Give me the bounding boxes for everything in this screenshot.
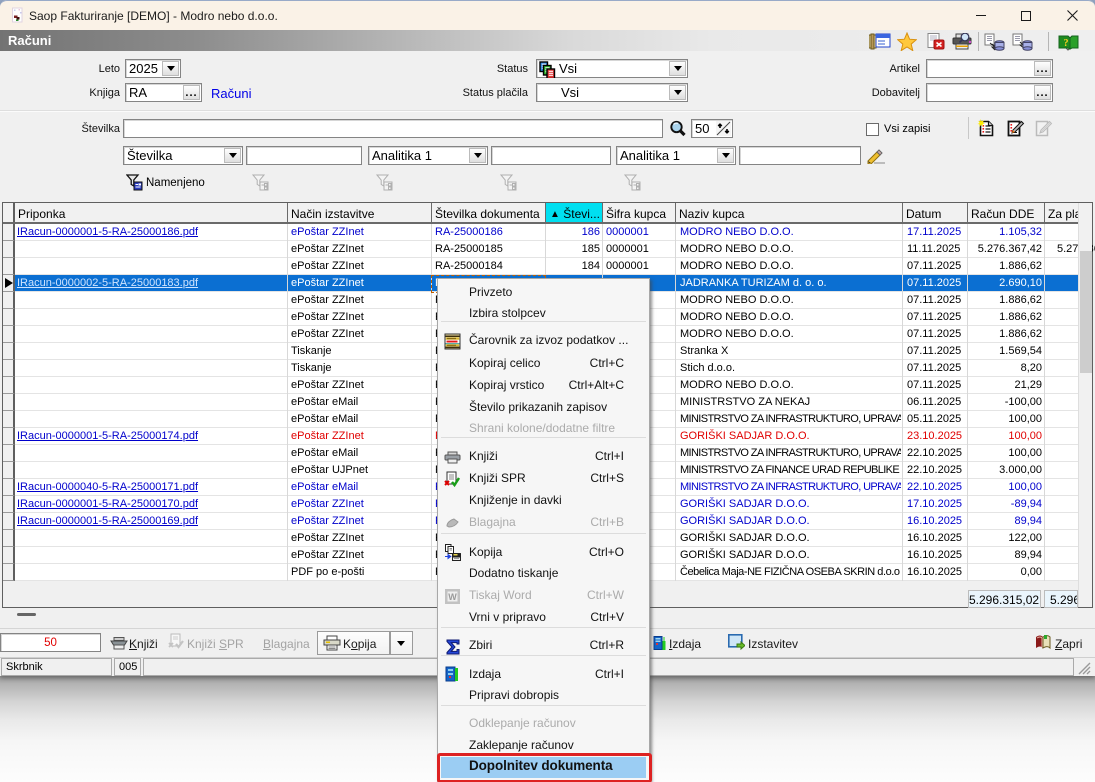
svg-text:?: ? bbox=[1064, 38, 1069, 49]
svg-text:W: W bbox=[448, 592, 457, 602]
